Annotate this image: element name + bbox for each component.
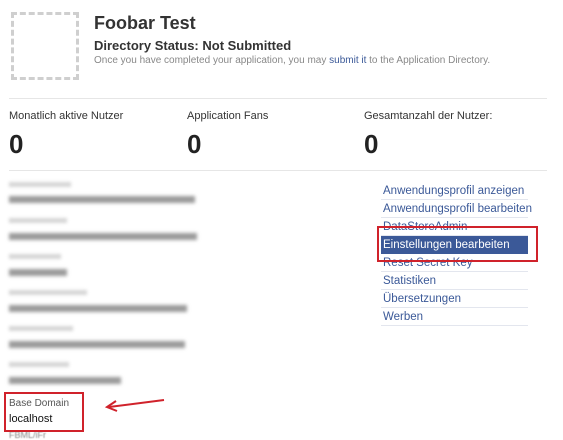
stat-value-app-fans: 0 bbox=[187, 129, 202, 159]
stat-label-total-users: Gesamtanzahl der Nutzer: bbox=[364, 110, 493, 122]
app-title: Foobar Test bbox=[94, 13, 196, 33]
menu-item-advertise[interactable]: Werben bbox=[381, 308, 528, 326]
divider bbox=[9, 98, 547, 99]
annotation-box-base-domain bbox=[4, 392, 84, 432]
menu-item-view-profile[interactable]: Anwendungsprofil anzeigen bbox=[381, 182, 528, 200]
annotation-arrow-icon bbox=[104, 399, 165, 412]
directory-note-text-after: to the Application Directory. bbox=[366, 55, 491, 66]
divider bbox=[9, 170, 547, 171]
directory-note-text-before: Once you have completed your application… bbox=[94, 55, 330, 66]
submit-link[interactable]: submit it bbox=[329, 55, 366, 66]
menu-item-statistics[interactable]: Statistiken bbox=[381, 272, 528, 290]
annotation-box-settings bbox=[377, 226, 538, 262]
app-icon-placeholder bbox=[11, 12, 79, 80]
directory-note: Once you have completed your application… bbox=[94, 55, 490, 66]
blurred-details bbox=[9, 180, 209, 395]
stat-label-app-fans: Application Fans bbox=[187, 110, 269, 122]
stat-value-total-users: 0 bbox=[364, 129, 379, 159]
menu-item-translations[interactable]: Übersetzungen bbox=[381, 290, 528, 308]
menu-item-edit-profile[interactable]: Anwendungsprofil bearbeiten bbox=[381, 200, 532, 218]
stat-label-monthly-active: Monatlich aktive Nutzer bbox=[9, 110, 124, 122]
directory-status: Directory Status: Not Submitted bbox=[94, 38, 292, 53]
stat-value-monthly-active: 0 bbox=[9, 129, 24, 159]
